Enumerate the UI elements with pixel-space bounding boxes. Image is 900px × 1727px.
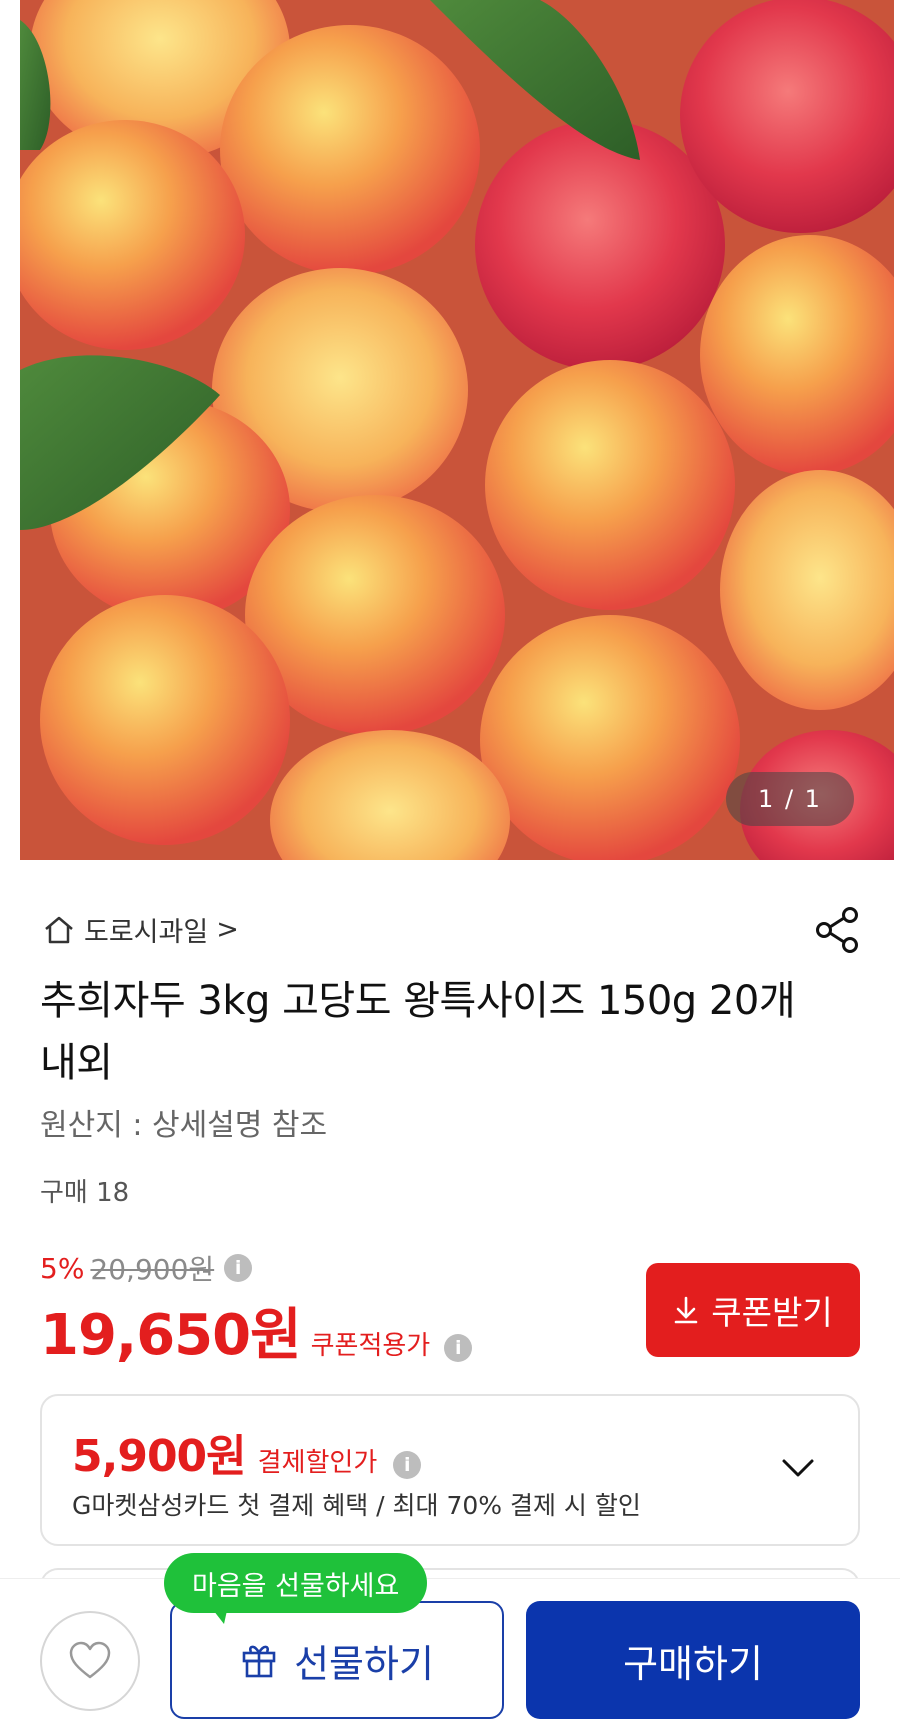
share-icon[interactable] <box>814 905 862 955</box>
info-icon[interactable]: i <box>444 1334 473 1362</box>
coupon-button-label: 쿠폰받기 <box>711 1293 833 1332</box>
gift-tooltip: 마음을 선물하세요 <box>164 1553 428 1613</box>
buy-button-label: 구매하기 <box>623 1641 763 1686</box>
info-icon[interactable]: i <box>224 1254 253 1282</box>
card-discount-price: 5,900원 <box>72 1431 247 1482</box>
info-icon[interactable]: i <box>393 1451 422 1479</box>
gift-tooltip-tail <box>210 1606 228 1624</box>
store-arrow: > <box>216 914 239 945</box>
wishlist-button[interactable] <box>40 1611 140 1711</box>
download-icon <box>674 1296 698 1324</box>
gift-button-label: 선물하기 <box>294 1641 434 1686</box>
original-price: 20,900원 <box>90 1253 215 1286</box>
image-counter: 1 / 1 <box>726 772 854 826</box>
heart-icon <box>69 1641 111 1679</box>
chevron-down-icon[interactable] <box>778 1448 818 1488</box>
final-price-label: 쿠폰적용가 <box>310 1331 431 1361</box>
bottom-action-bar: 선물하기 구매하기 <box>0 1578 900 1727</box>
price-section: 5% 20,900원 i 19,650원 쿠폰적용가 i <box>40 1248 473 1371</box>
card-discount-description: G마켓삼성카드 첫 결제 혜택 / 최대 70% 결제 시 할인 <box>72 1491 641 1520</box>
discount-rate: 5% <box>40 1251 85 1285</box>
product-origin: 원산지 : 상세설명 참조 <box>40 1108 328 1143</box>
gift-icon <box>242 1645 276 1678</box>
store-name: 도로시과일 <box>84 917 209 948</box>
product-image[interactable] <box>20 0 894 860</box>
home-icon <box>45 916 73 943</box>
final-price: 19,650원 <box>40 1303 302 1368</box>
purchase-count: 구매 18 <box>40 1178 130 1208</box>
card-discount-label: 결제할인가 <box>257 1448 378 1478</box>
product-title: 추희자두 3kg 고당도 왕특사이즈 150g 20개내외 <box>40 978 796 1086</box>
card-discount-panel[interactable]: 5,900원 결제할인가 i G마켓삼성카드 첫 결제 혜택 / 최대 70% … <box>40 1394 860 1546</box>
product-gallery[interactable]: 1 / 1 <box>0 0 900 866</box>
buy-button[interactable]: 구매하기 <box>526 1601 860 1719</box>
store-link[interactable]: 도로시과일 > <box>42 910 239 949</box>
coupon-button[interactable]: 쿠폰받기 <box>646 1263 860 1357</box>
